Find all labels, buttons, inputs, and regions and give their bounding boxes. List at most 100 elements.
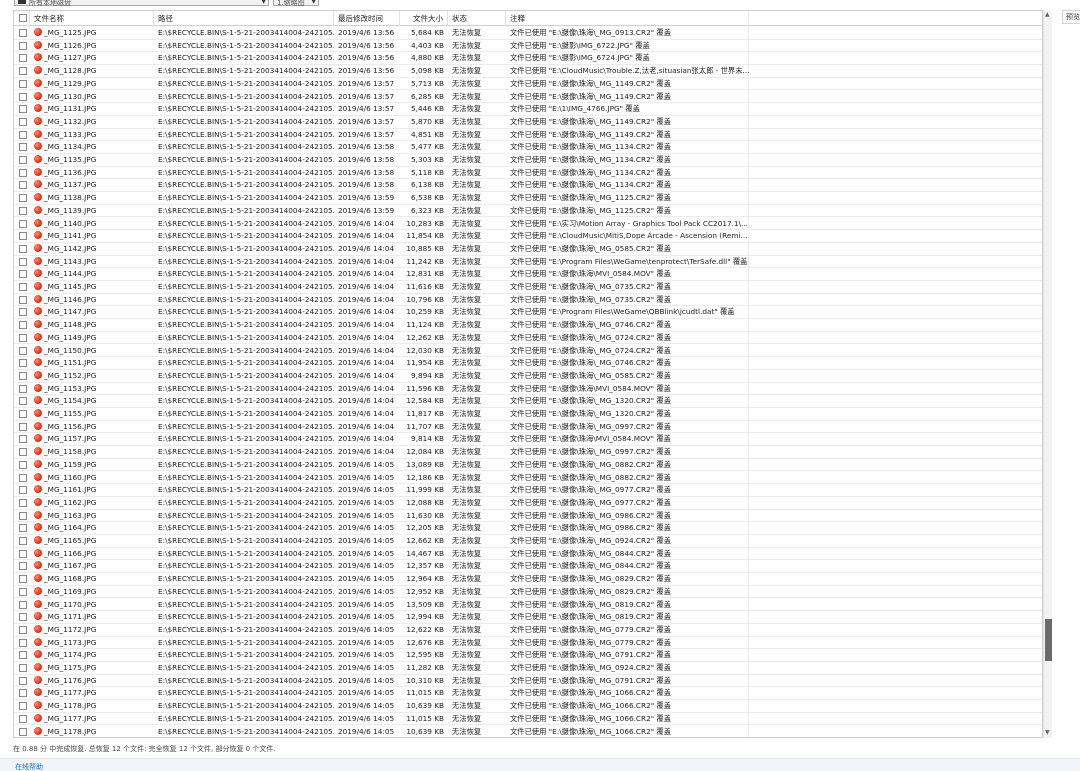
table-row[interactable]: _MG_1151.JPG E:\$RECYCLE.BIN\S-1-5-21-200… [14,357,1042,370]
table-row[interactable]: _MG_1178.JPG E:\$RECYCLE.BIN\S-1-5-21-200… [14,726,1042,738]
row-checkbox[interactable] [19,435,27,444]
row-checkbox[interactable] [19,181,27,190]
table-row[interactable]: _MG_1173.JPG E:\$RECYCLE.BIN\S-1-5-21-200… [14,637,1042,650]
row-checkbox[interactable] [19,689,27,698]
row-checkbox[interactable] [19,727,27,736]
row-checkbox[interactable] [19,206,27,215]
row-checkbox[interactable] [19,232,27,241]
drive-filter-dropdown[interactable]: 所有本地磁盘 ▼ [14,0,269,7]
header-comment[interactable]: 注释 [506,11,749,26]
row-checkbox[interactable] [19,473,27,482]
row-checkbox[interactable] [19,67,27,76]
table-row[interactable]: _MG_1177.JPG E:\$RECYCLE.BIN\S-1-5-21-200… [14,713,1042,726]
row-checkbox[interactable] [19,511,27,520]
table-row[interactable]: _MG_1158.JPG E:\$RECYCLE.BIN\S-1-5-21-200… [14,446,1042,459]
row-checkbox[interactable] [19,562,27,571]
row-checkbox[interactable] [19,371,27,380]
row-checkbox[interactable] [19,156,27,164]
table-row[interactable]: _MG_1153.JPG E:\$RECYCLE.BIN\S-1-5-21-200… [14,383,1042,396]
row-checkbox[interactable] [19,92,27,101]
table-row[interactable]: _MG_1175.JPG E:\$RECYCLE.BIN\S-1-5-21-200… [14,662,1042,675]
table-row[interactable]: _MG_1154.JPG E:\$RECYCLE.BIN\S-1-5-21-200… [14,395,1042,408]
header-name[interactable]: 文件名称 [30,11,154,26]
row-checkbox[interactable] [19,587,27,596]
table-row[interactable]: _MG_1176.JPG E:\$RECYCLE.BIN\S-1-5-21-200… [14,675,1042,688]
table-row[interactable]: _MG_1166.JPG E:\$RECYCLE.BIN\S-1-5-21-200… [14,548,1042,561]
row-checkbox[interactable] [19,143,27,152]
row-checkbox[interactable] [19,105,27,114]
row-checkbox[interactable] [19,397,27,406]
row-checkbox[interactable] [19,270,27,279]
row-checkbox[interactable] [19,422,27,431]
row-checkbox[interactable] [19,130,27,139]
table-row[interactable]: _MG_1165.JPG E:\$RECYCLE.BIN\S-1-5-21-200… [14,535,1042,548]
table-row[interactable]: _MG_1142.JPG E:\$RECYCLE.BIN\S-1-5-21-200… [14,243,1042,256]
row-checkbox[interactable] [19,333,27,342]
table-row[interactable]: _MG_1143.JPG E:\$RECYCLE.BIN\S-1-5-21-200… [14,256,1042,269]
row-checkbox[interactable] [19,168,27,177]
row-checkbox[interactable] [19,448,27,457]
table-row[interactable]: _MG_1178.JPG E:\$RECYCLE.BIN\S-1-5-21-200… [14,700,1042,713]
table-row[interactable]: _MG_1141.JPG E:\$RECYCLE.BIN\S-1-5-21-200… [14,230,1042,243]
table-row[interactable]: _MG_1132.JPG E:\$RECYCLE.BIN\S-1-5-21-200… [14,116,1042,129]
scroll-thumb[interactable] [1045,619,1052,662]
header-size[interactable]: 文件大小 [400,11,448,26]
table-row[interactable]: _MG_1167.JPG E:\$RECYCLE.BIN\S-1-5-21-200… [14,560,1042,574]
table-row[interactable]: _MG_1125.JPG E:\$RECYCLE.BIN\S-1-5-21-200… [14,27,1042,40]
table-row[interactable]: _MG_1177.JPG E:\$RECYCLE.BIN\S-1-5-21-200… [14,687,1042,701]
table-row[interactable]: _MG_1155.JPG E:\$RECYCLE.BIN\S-1-5-21-200… [14,408,1042,421]
table-row[interactable]: _MG_1171.JPG E:\$RECYCLE.BIN\S-1-5-21-200… [14,611,1042,624]
online-help-link[interactable]: 在线帮助 [15,762,43,771]
row-checkbox[interactable] [19,664,27,672]
table-row[interactable]: _MG_1133.JPG E:\$RECYCLE.BIN\S-1-5-21-200… [14,129,1042,142]
table-row[interactable]: _MG_1127.JPG E:\$RECYCLE.BIN\S-1-5-21-200… [14,52,1042,66]
header-path[interactable]: 路径 [154,11,334,26]
row-checkbox[interactable] [19,295,27,304]
table-row[interactable]: _MG_1126.JPG E:\$RECYCLE.BIN\S-1-5-21-200… [14,40,1042,53]
table-row[interactable]: _MG_1138.JPG E:\$RECYCLE.BIN\S-1-5-21-200… [14,192,1042,205]
row-checkbox[interactable] [19,283,27,291]
row-checkbox[interactable] [19,346,27,355]
row-checkbox[interactable] [19,54,27,63]
select-all-checkbox[interactable] [19,14,27,22]
table-row[interactable]: _MG_1163.JPG E:\$RECYCLE.BIN\S-1-5-21-200… [14,510,1042,523]
preview-tab[interactable]: 预览 [1062,10,1080,24]
row-checkbox[interactable] [19,29,27,37]
row-checkbox[interactable] [19,651,27,660]
row-checkbox[interactable] [19,79,27,88]
table-row[interactable]: _MG_1131.JPG E:\$RECYCLE.BIN\S-1-5-21-200… [14,103,1042,116]
table-row[interactable]: _MG_1160.JPG E:\$RECYCLE.BIN\S-1-5-21-200… [14,472,1042,485]
table-row[interactable]: _MG_1172.JPG E:\$RECYCLE.BIN\S-1-5-21-200… [14,624,1042,637]
row-checkbox[interactable] [19,625,27,634]
row-checkbox[interactable] [19,117,27,126]
table-row[interactable]: _MG_1168.JPG E:\$RECYCLE.BIN\S-1-5-21-200… [14,573,1042,586]
table-row[interactable]: _MG_1148.JPG E:\$RECYCLE.BIN\S-1-5-21-200… [14,319,1042,332]
table-row[interactable]: _MG_1164.JPG E:\$RECYCLE.BIN\S-1-5-21-200… [14,522,1042,535]
row-checkbox[interactable] [19,460,27,469]
header-modified[interactable]: 最后修改时间 [334,11,400,26]
scroll-up-arrow-icon[interactable]: ▲ [1045,11,1050,19]
row-checkbox[interactable] [19,486,27,495]
table-row[interactable]: _MG_1137.JPG E:\$RECYCLE.BIN\S-1-5-21-200… [14,179,1042,193]
row-checkbox[interactable] [19,537,27,545]
table-row[interactable]: _MG_1140.JPG E:\$RECYCLE.BIN\S-1-5-21-200… [14,218,1042,231]
row-checkbox[interactable] [19,410,27,418]
scroll-down-arrow-icon[interactable]: ▼ [1045,729,1050,737]
table-row[interactable]: _MG_1134.JPG E:\$RECYCLE.BIN\S-1-5-21-200… [14,141,1042,154]
vertical-scrollbar[interactable]: ▲ ▼ [1043,10,1052,738]
table-row[interactable]: _MG_1152.JPG E:\$RECYCLE.BIN\S-1-5-21-200… [14,370,1042,383]
row-checkbox[interactable] [19,321,27,330]
table-row[interactable]: _MG_1174.JPG E:\$RECYCLE.BIN\S-1-5-21-200… [14,649,1042,662]
row-checkbox[interactable] [19,714,27,723]
row-checkbox[interactable] [19,308,27,317]
table-row[interactable]: _MG_1147.JPG E:\$RECYCLE.BIN\S-1-5-21-200… [14,306,1042,320]
table-row[interactable]: _MG_1146.JPG E:\$RECYCLE.BIN\S-1-5-21-200… [14,294,1042,307]
row-checkbox[interactable] [19,359,27,368]
row-checkbox[interactable] [19,600,27,609]
table-row[interactable]: _MG_1144.JPG E:\$RECYCLE.BIN\S-1-5-21-200… [14,268,1042,281]
table-row[interactable]: _MG_1170.JPG E:\$RECYCLE.BIN\S-1-5-21-200… [14,599,1042,612]
row-checkbox[interactable] [19,384,27,393]
row-checkbox[interactable] [19,613,27,622]
table-row[interactable]: _MG_1135.JPG E:\$RECYCLE.BIN\S-1-5-21-200… [14,154,1042,167]
table-row[interactable]: _MG_1161.JPG E:\$RECYCLE.BIN\S-1-5-21-200… [14,484,1042,497]
